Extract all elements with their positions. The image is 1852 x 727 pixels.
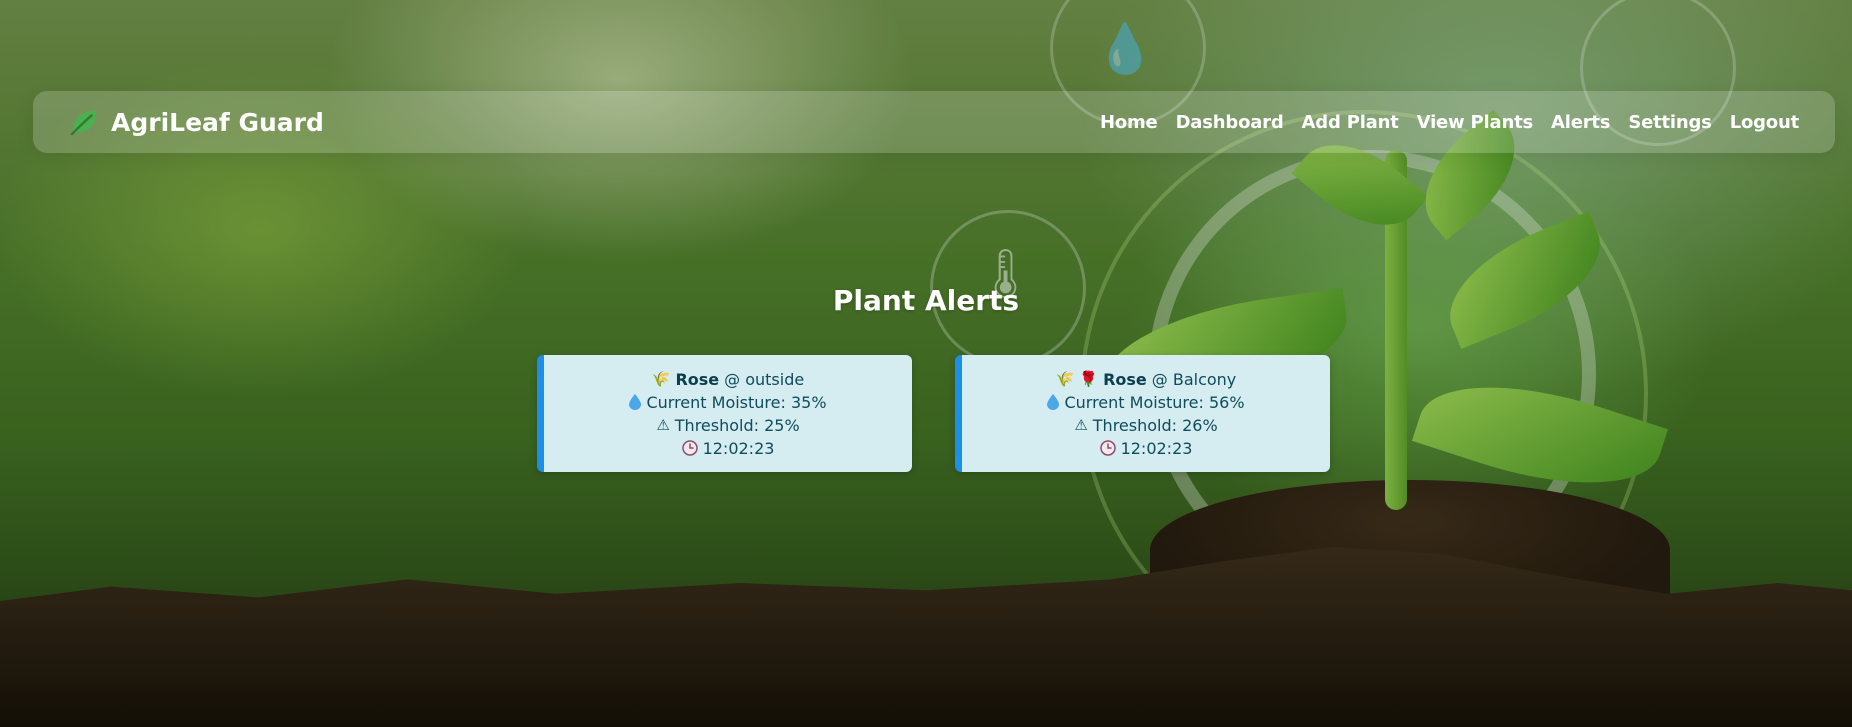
- nav-view-plants-link[interactable]: View Plants: [1417, 112, 1534, 133]
- alert-threshold: Threshold: 25%: [674, 415, 800, 435]
- alert-threshold-line: ⚠ Threshold: 25%: [656, 414, 799, 437]
- alert-plant-line: 🌾 Rose @ outside: [652, 368, 804, 391]
- alert-moisture-line: Current Moisture: 56%: [1047, 391, 1245, 414]
- leaf-icon: [70, 110, 97, 136]
- alert-moisture-line: Current Moisture: 35%: [629, 391, 827, 414]
- warning-icon: ⚠: [656, 415, 670, 434]
- grass-icon: 🌾: [651, 369, 671, 388]
- alert-time-line: 12:02:23: [681, 437, 775, 460]
- clock-icon: [681, 440, 698, 456]
- page-background: 💧 🌡 AgriLeaf Guard Home Dashboard Add Pl…: [0, 0, 1852, 727]
- nav-add-plant-link[interactable]: Add Plant: [1302, 112, 1399, 133]
- alert-plant-line: 🌾 🌹 Rose @ Balcony: [1056, 368, 1237, 391]
- brand[interactable]: AgriLeaf Guard: [69, 107, 324, 137]
- alert-moisture: Current Moisture: 56%: [1064, 392, 1245, 412]
- alert-time: 12:02:23: [1120, 438, 1193, 458]
- alert-plant-name: Rose: [675, 369, 720, 389]
- alert-location: @ Balcony: [1151, 369, 1237, 389]
- nav-logout-link[interactable]: Logout: [1730, 112, 1800, 133]
- alert-location: @ outside: [724, 369, 805, 389]
- alerts-list: 🌾 Rose @ outside Current Moisture: 35% ⚠…: [537, 355, 1330, 472]
- clock-icon: [1099, 440, 1116, 456]
- nav-settings-link[interactable]: Settings: [1628, 112, 1712, 133]
- alert-moisture: Current Moisture: 35%: [646, 392, 827, 412]
- alert-plant-name: Rose: [1103, 369, 1147, 389]
- nav-alerts-link[interactable]: Alerts: [1551, 112, 1611, 133]
- warning-icon: ⚠: [1074, 415, 1088, 434]
- alert-threshold-line: ⚠ Threshold: 26%: [1074, 414, 1217, 437]
- nav-dashboard-link[interactable]: Dashboard: [1176, 112, 1284, 133]
- page-title: Plant Alerts: [832, 284, 1020, 317]
- alert-card: 🌾 🌹 Rose @ Balcony Current Moisture: 56%…: [955, 355, 1330, 472]
- nav-links: Home Dashboard Add Plant View Plants Ale…: [1100, 112, 1799, 133]
- alert-time: 12:02:23: [702, 438, 775, 458]
- alert-time-line: 12:02:23: [1099, 437, 1193, 460]
- rose-icon: 🌹: [1079, 369, 1099, 388]
- alert-threshold: Threshold: 26%: [1092, 415, 1218, 435]
- water-drop-icon: [1047, 394, 1060, 410]
- water-drop-icon: [629, 394, 642, 410]
- alert-card: 🌾 Rose @ outside Current Moisture: 35% ⚠…: [537, 355, 912, 472]
- navbar: AgriLeaf Guard Home Dashboard Add Plant …: [33, 91, 1835, 153]
- grass-icon: 🌾: [1055, 369, 1075, 388]
- brand-title: AgriLeaf Guard: [111, 107, 324, 137]
- nav-home-link[interactable]: Home: [1100, 112, 1158, 133]
